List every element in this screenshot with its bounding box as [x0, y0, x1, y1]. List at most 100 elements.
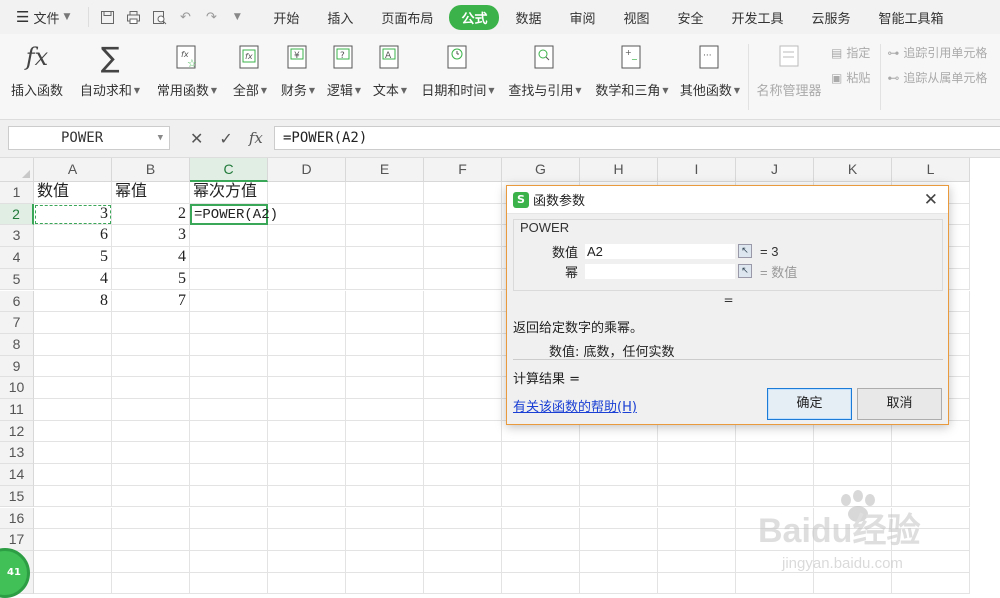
- confirm-icon[interactable]: ✓: [219, 129, 232, 148]
- row-header-13[interactable]: 13: [0, 442, 34, 465]
- cell-j15[interactable]: [736, 485, 814, 508]
- cell-c8[interactable]: [190, 333, 268, 356]
- cell-c11[interactable]: [190, 399, 268, 421]
- cell-d15[interactable]: [268, 485, 346, 508]
- trace-precedents-button[interactable]: ⊶ 追踪引用单元格: [887, 44, 987, 61]
- cell-f13[interactable]: [424, 442, 502, 465]
- cell-b8[interactable]: [112, 333, 190, 356]
- cell-f14[interactable]: [424, 464, 502, 486]
- cell-f5[interactable]: [424, 268, 502, 291]
- paste-name-button[interactable]: ▣ 粘贴: [831, 69, 870, 86]
- cell-k17[interactable]: [814, 529, 892, 551]
- cell-b2[interactable]: 2: [112, 203, 190, 226]
- cell-b12[interactable]: [112, 420, 190, 443]
- cell-f18[interactable]: [424, 550, 502, 573]
- cell-f17[interactable]: [424, 529, 502, 551]
- cell-g19[interactable]: [502, 572, 580, 595]
- cell-g17[interactable]: [502, 529, 580, 551]
- cell-e18[interactable]: [346, 550, 424, 573]
- cell-g13[interactable]: [502, 442, 580, 465]
- cell-a17[interactable]: [34, 529, 112, 551]
- cell-d18[interactable]: [268, 550, 346, 573]
- cell-b16[interactable]: [112, 507, 190, 530]
- cell-g15[interactable]: [502, 485, 580, 508]
- cell-c3[interactable]: [190, 225, 268, 248]
- cell-l15[interactable]: [892, 485, 970, 508]
- datetime-button[interactable]: 日期和时间 ▼: [418, 34, 498, 120]
- cell-c6[interactable]: [190, 290, 268, 313]
- cell-c9[interactable]: [190, 355, 268, 378]
- cell-l19[interactable]: [892, 572, 970, 595]
- select-all-corner[interactable]: [0, 158, 34, 182]
- cell-e5[interactable]: [346, 268, 424, 291]
- insert-function-button[interactable]: fx 插入函数: [0, 34, 74, 120]
- cell-b6[interactable]: 7: [112, 290, 190, 313]
- column-header-i[interactable]: I: [658, 158, 736, 182]
- cell-f2[interactable]: [424, 203, 502, 226]
- cell-e16[interactable]: [346, 507, 424, 530]
- cell-d1[interactable]: [268, 182, 346, 204]
- row-header-11[interactable]: 11: [0, 399, 34, 421]
- tab-developer[interactable]: 开发工具: [720, 5, 796, 30]
- ok-button[interactable]: 确定: [767, 388, 852, 420]
- cell-k16[interactable]: [814, 507, 892, 530]
- cell-i16[interactable]: [658, 507, 736, 530]
- cell-e6[interactable]: [346, 290, 424, 313]
- tab-smart-tools[interactable]: 智能工具箱: [867, 5, 956, 30]
- cell-a15[interactable]: [34, 485, 112, 508]
- cell-e2[interactable]: [346, 203, 424, 226]
- cell-f12[interactable]: [424, 420, 502, 443]
- cell-i13[interactable]: [658, 442, 736, 465]
- chevron-down-icon[interactable]: ▼: [158, 127, 163, 149]
- cell-a6[interactable]: 8: [34, 290, 112, 313]
- cell-c17[interactable]: [190, 529, 268, 551]
- column-header-e[interactable]: E: [346, 158, 424, 182]
- cancel-icon[interactable]: ✕: [190, 129, 203, 148]
- cell-b14[interactable]: [112, 464, 190, 486]
- math-button[interactable]: + − 数学和三角 ▼: [592, 34, 672, 120]
- cell-e17[interactable]: [346, 529, 424, 551]
- cell-b7[interactable]: [112, 312, 190, 334]
- cell-g18[interactable]: [502, 550, 580, 573]
- cell-i15[interactable]: [658, 485, 736, 508]
- row-header-15[interactable]: 15: [0, 485, 34, 508]
- cell-a8[interactable]: [34, 333, 112, 356]
- cell-e13[interactable]: [346, 442, 424, 465]
- cell-d7[interactable]: [268, 312, 346, 334]
- cell-c19[interactable]: [190, 572, 268, 595]
- cell-g14[interactable]: [502, 464, 580, 486]
- cell-e1[interactable]: [346, 182, 424, 204]
- cell-d9[interactable]: [268, 355, 346, 378]
- arg2-input[interactable]: [584, 262, 736, 280]
- cell-d16[interactable]: [268, 507, 346, 530]
- cell-j18[interactable]: [736, 550, 814, 573]
- cell-a9[interactable]: [34, 355, 112, 378]
- function-help-link[interactable]: 有关该函数的帮助(H): [513, 396, 637, 415]
- cell-b10[interactable]: [112, 377, 190, 399]
- cell-b11[interactable]: [112, 399, 190, 421]
- cell-j13[interactable]: [736, 442, 814, 465]
- close-icon[interactable]: ✕: [924, 190, 938, 210]
- cell-c10[interactable]: [190, 377, 268, 399]
- cell-i14[interactable]: [658, 464, 736, 486]
- cell-a10[interactable]: [34, 377, 112, 399]
- save-icon[interactable]: [99, 9, 115, 25]
- cell-c4[interactable]: [190, 247, 268, 269]
- cell-i17[interactable]: [658, 529, 736, 551]
- range-picker-icon[interactable]: ↖: [738, 244, 752, 258]
- tab-formulas[interactable]: 公式: [449, 4, 500, 30]
- cell-a14[interactable]: [34, 464, 112, 486]
- tab-review[interactable]: 审阅: [557, 5, 607, 30]
- specify-button[interactable]: ▤ 指定: [831, 44, 870, 61]
- cell-f1[interactable]: [424, 182, 502, 204]
- column-header-b[interactable]: B: [112, 158, 190, 182]
- lookup-button[interactable]: 查找与引用 ▼: [506, 34, 584, 120]
- cell-a12[interactable]: [34, 420, 112, 443]
- cell-c16[interactable]: [190, 507, 268, 530]
- row-header-6[interactable]: 6: [0, 290, 34, 313]
- cell-b19[interactable]: [112, 572, 190, 595]
- file-menu[interactable]: ☰ 文件 ▼: [12, 8, 74, 27]
- cell-f4[interactable]: [424, 247, 502, 269]
- cell-c12[interactable]: [190, 420, 268, 443]
- row-header-12[interactable]: 12: [0, 420, 34, 443]
